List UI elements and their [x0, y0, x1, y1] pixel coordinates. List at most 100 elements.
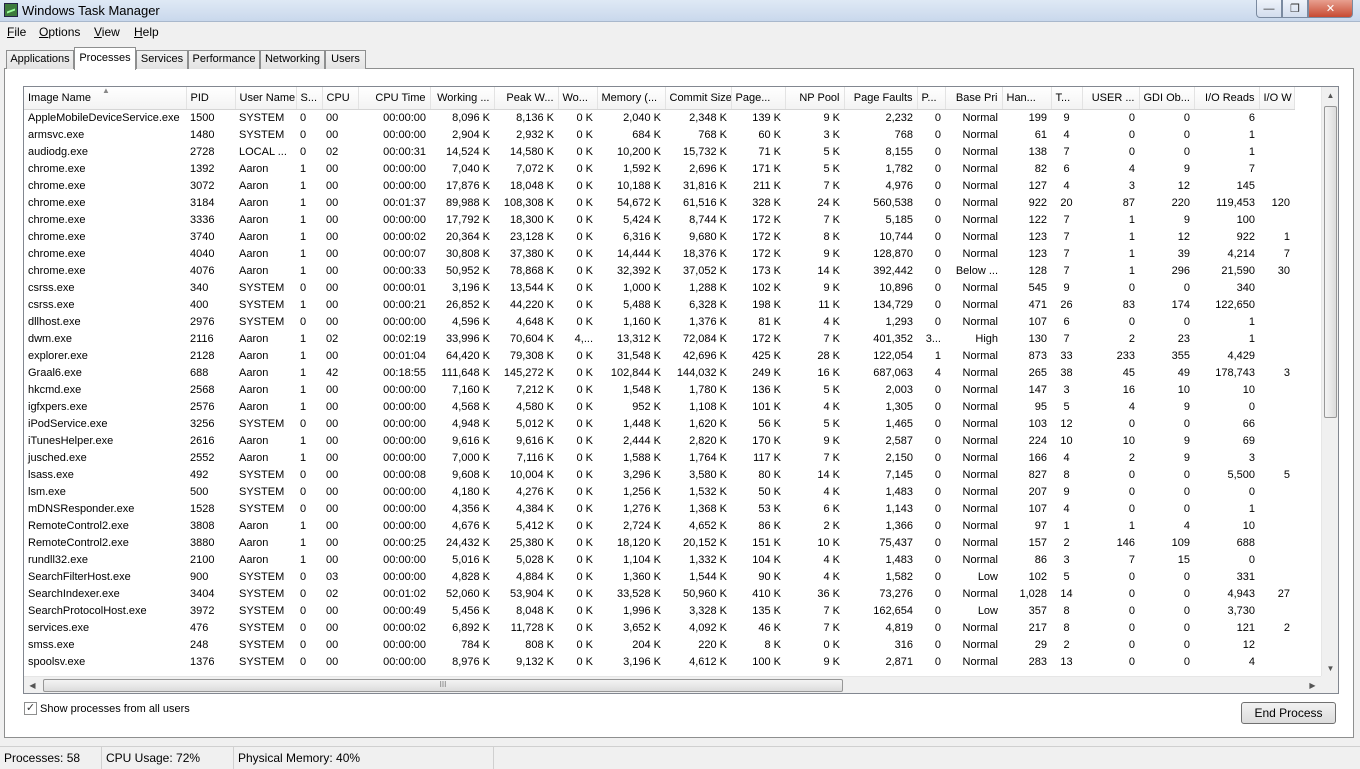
table-row[interactable]: iPodService.exe 3256 SYSTEM 0 00 00:00:00 4,94… — [24, 415, 1294, 432]
table-row[interactable]: RemoteControl2.exe 3880 Aaron 1 00 00:00:25 24… — [24, 534, 1294, 551]
menu-file[interactable]: File — [7, 25, 26, 39]
column-header-commit-size[interactable]: Commit Size — [665, 87, 732, 110]
table-row[interactable]: chrome.exe 3072 Aaron 1 00 00:00:00 17,876 K 18… — [24, 177, 1294, 194]
column-header-page-faults[interactable]: Page Faults — [844, 87, 918, 110]
column-header-user-objects[interactable]: USER ... — [1082, 87, 1140, 110]
table-row[interactable]: services.exe 476 SYSTEM 0 00 00:00:02 6,892 K1… — [24, 619, 1294, 636]
minimize-button[interactable]: — — [1256, 0, 1282, 18]
cell-page-faults: 687,063 — [873, 366, 913, 379]
table-row[interactable]: SearchProtocolHost.exe 3972 SYSTEM 0 00 00:00… — [24, 602, 1294, 619]
column-header-working-set-delta[interactable]: Wo... — [558, 87, 598, 110]
column-header-working-set[interactable]: Working ... — [430, 87, 495, 110]
cell-working-set-delta: 0 K — [576, 128, 593, 141]
cell-working-set: 6,892 K — [452, 621, 490, 634]
table-row[interactable]: lsm.exe 500 SYSTEM 0 00 00:00:00 4,180 K 4,276 … — [24, 483, 1294, 500]
scroll-up-icon[interactable]: ▲ — [1322, 87, 1338, 104]
column-header-threads[interactable]: T... — [1051, 87, 1083, 110]
column-header-io-writes[interactable]: I/O W — [1259, 87, 1295, 110]
table-row[interactable]: csrss.exe 340 SYSTEM 0 00 00:00:01 3,196 K 13,5… — [24, 279, 1294, 296]
table-row[interactable]: csrss.exe 400 SYSTEM 1 00 00:00:21 26,852 K 44,… — [24, 296, 1294, 313]
table-row[interactable]: chrome.exe 4040 Aaron 1 00 00:00:07 30,808 K 37… — [24, 245, 1294, 262]
table-row[interactable]: chrome.exe 4076 Aaron 1 00 00:00:33 50,952 K 78… — [24, 262, 1294, 279]
close-button[interactable]: ✕ — [1308, 0, 1353, 18]
tab-users[interactable]: Users — [325, 50, 366, 69]
maximize-button[interactable]: ❐ — [1282, 0, 1308, 18]
cell-cpu-time: 00:00:00 — [383, 553, 426, 566]
table-row[interactable]: chrome.exe 3184 Aaron 1 00 00:01:37 89,988 K 10… — [24, 194, 1294, 211]
column-header-io-reads[interactable]: I/O Reads — [1194, 87, 1260, 110]
table-row[interactable]: smss.exe 248 SYSTEM 0 00 00:00:00 784 K 808 K0 … — [24, 636, 1294, 653]
column-header-page-faults-delta[interactable]: P... — [917, 87, 946, 110]
end-process-button[interactable]: End Process — [1241, 702, 1336, 724]
table-row[interactable]: lsass.exe 492 SYSTEM 0 00 00:00:08 9,608 K 10,0… — [24, 466, 1294, 483]
table-row[interactable]: RemoteControl2.exe 3808 Aaron 1 00 00:00:00 4,… — [24, 517, 1294, 534]
column-header-gdi-objects[interactable]: GDI Ob... — [1139, 87, 1195, 110]
cell-user-name: SYSTEM — [239, 111, 285, 124]
table-row[interactable]: chrome.exe 3740 Aaron 1 00 00:00:02 20,364 K 23… — [24, 228, 1294, 245]
tab-applications[interactable]: Applications — [6, 50, 74, 69]
cell-np-pool: 5 K — [823, 417, 840, 430]
column-header-pid[interactable]: PID — [186, 87, 236, 110]
menu-view[interactable]: View — [94, 25, 120, 39]
show-all-users-option[interactable]: ✓ Show processes from all users — [24, 702, 190, 715]
table-row[interactable]: chrome.exe 3336 Aaron 1 00 00:00:00 17,792 K 18… — [24, 211, 1294, 228]
table-row[interactable]: iTunesHelper.exe 2616 Aaron 1 00 00:00:00 9,61… — [24, 432, 1294, 449]
table-row[interactable]: chrome.exe 1392 Aaron 1 00 00:00:00 7,040 K 7,0… — [24, 160, 1294, 177]
task-manager-icon — [4, 3, 18, 17]
column-header-np-pool[interactable]: NP Pool — [785, 87, 845, 110]
cell-pid: 3184 — [190, 196, 215, 209]
column-header-image-name[interactable]: Image Name ▲ — [24, 87, 187, 110]
cell-cpu-time: 00:00:33 — [383, 264, 426, 277]
tab-networking[interactable]: Networking — [260, 50, 325, 69]
horizontal-scrollbar[interactable]: ◀ III ▶ — [24, 676, 1321, 693]
column-header-session[interactable]: S... — [296, 87, 323, 110]
table-row[interactable]: dwm.exe 2116 Aaron 1 02 00:02:19 33,996 K 70,60… — [24, 330, 1294, 347]
cell-memory: 3,652 K — [623, 621, 661, 634]
table-row[interactable]: igfxpers.exe 2576 Aaron 1 00 00:00:00 4,568 K4… — [24, 398, 1294, 415]
table-row[interactable]: rundll32.exe 2100 Aaron 1 00 00:00:00 5,016 K5… — [24, 551, 1294, 568]
cell-working-set-delta: 0 K — [576, 502, 593, 515]
vertical-scrollbar[interactable]: ▲ ▼ — [1321, 87, 1338, 677]
table-row[interactable]: jusched.exe 2552 Aaron 1 00 00:00:00 7,000 K 7,… — [24, 449, 1294, 466]
table-row[interactable]: SearchFilterHost.exe 900 SYSTEM 0 03 00:00:00… — [24, 568, 1294, 585]
column-header-cpu-time[interactable]: CPU Time — [358, 87, 431, 110]
table-row[interactable]: explorer.exe 2128 Aaron 1 00 00:01:04 64,420 K… — [24, 347, 1294, 364]
cell-user-objects: 1 — [1128, 230, 1135, 243]
scroll-down-icon[interactable]: ▼ — [1322, 660, 1338, 677]
column-header-base-priority[interactable]: Base Pri — [945, 87, 1003, 110]
tab-processes[interactable]: Processes — [74, 47, 136, 70]
cell-paged-pool: 328 K — [752, 196, 781, 209]
show-all-users-checkbox[interactable]: ✓ — [24, 702, 37, 715]
table-row[interactable]: spoolsv.exe 1376 SYSTEM 0 00 00:00:00 8,976 K9… — [24, 653, 1294, 670]
column-header-handles[interactable]: Han... — [1002, 87, 1052, 110]
tab-performance[interactable]: Performance — [188, 50, 260, 69]
column-header-cpu[interactable]: CPU — [322, 87, 359, 110]
cell-threads: 9 — [1063, 111, 1070, 124]
column-header-peak-working-set[interactable]: Peak W... — [494, 87, 559, 110]
menu-help[interactable]: Help — [134, 25, 159, 39]
horizontal-scroll-thumb[interactable]: III — [43, 679, 843, 692]
table-row[interactable]: hkcmd.exe 2568 Aaron 1 00 00:00:00 7,160 K 7,21… — [24, 381, 1294, 398]
scroll-left-icon[interactable]: ◀ — [24, 677, 41, 693]
table-row[interactable]: Graal6.exe 688 Aaron 1 42 00:18:55 111,648 K 14… — [24, 364, 1294, 381]
table-row[interactable]: mDNSResponder.exe 1528 SYSTEM 0 00 00:00:00 4,… — [24, 500, 1294, 517]
cell-gdi-objects: 0 — [1183, 604, 1190, 617]
table-row[interactable]: AppleMobileDeviceService.exe 1500 SYSTEM 0 0… — [24, 109, 1294, 126]
table-row[interactable]: armsvc.exe 1480 SYSTEM 0 00 00:00:00 2,904 K 2,… — [24, 126, 1294, 143]
vertical-scroll-thumb[interactable] — [1324, 106, 1337, 418]
column-header-user-name[interactable]: User Name — [235, 87, 297, 110]
cell-io-writes: 2 — [1283, 621, 1290, 634]
column-header-paged-pool[interactable]: Page... — [731, 87, 786, 110]
process-list[interactable]: Image Name ▲ PID User Name S... CPU CPU Time Wo… — [23, 86, 1339, 694]
show-all-users-label[interactable]: Show processes from all users — [40, 703, 190, 715]
column-header-memory[interactable]: Memory (... — [597, 87, 666, 110]
table-row[interactable]: SearchIndexer.exe 3404 SYSTEM 0 02 00:01:02 52… — [24, 585, 1294, 602]
tab-services[interactable]: Services — [136, 50, 188, 69]
cell-commit-size: 2,348 K — [689, 111, 727, 124]
cell-image-name: spoolsv.exe — [28, 655, 86, 668]
table-row[interactable]: dllhost.exe 2976 SYSTEM 0 00 00:00:00 4,596 K4… — [24, 313, 1294, 330]
scroll-right-icon[interactable]: ▶ — [1304, 677, 1321, 693]
cell-io-reads: 145 — [1236, 179, 1255, 192]
table-row[interactable]: audiodg.exe 2728 LOCAL ... 0 02 00:00:31 14,52… — [24, 143, 1294, 160]
menu-options[interactable]: Options — [39, 25, 80, 39]
